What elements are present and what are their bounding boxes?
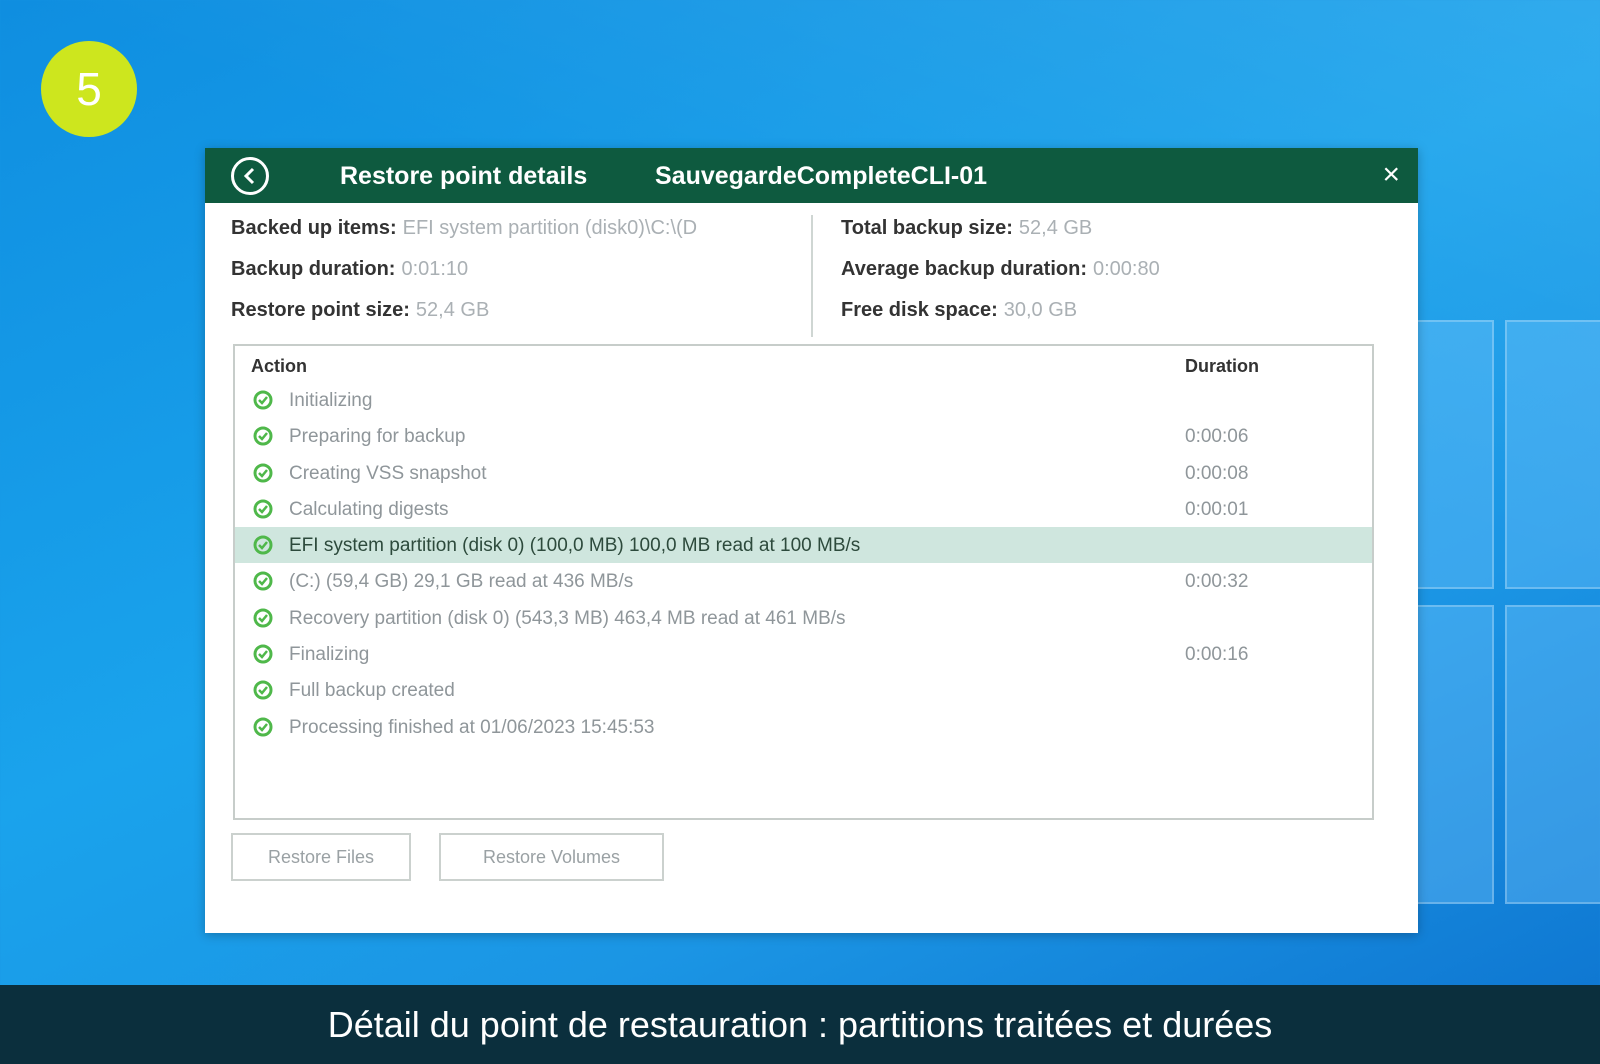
log-row-action: EFI system partition (disk 0) (100,0 MB)… <box>289 535 861 557</box>
restore-files-button[interactable]: Restore Files <box>231 833 411 881</box>
log-row-action: Recovery partition (disk 0) (543,3 MB) 4… <box>289 607 846 629</box>
log-row[interactable]: EFI system partition (disk 0) (100,0 MB)… <box>235 527 1372 564</box>
log-rows: Initializing Preparing for backup 0:00:06 C… <box>235 382 1372 745</box>
log-row-action: Finalizing <box>289 644 370 666</box>
log-row-duration: 0:00:06 <box>1185 426 1249 448</box>
log-row-action: (C:) (59,4 GB) 29,1 GB read at 436 MB/s <box>289 571 634 593</box>
log-row-action: Creating VSS snapshot <box>289 462 487 484</box>
stats-left-column: Backed up items: EFI system partition (di… <box>231 217 801 340</box>
log-row-action: Processing finished at 01/06/2023 15:45:… <box>289 716 655 738</box>
back-button[interactable] <box>231 157 269 195</box>
success-check-icon <box>253 608 273 628</box>
log-row[interactable]: Creating VSS snapshot 0:00:08 <box>235 455 1372 491</box>
stat-average-backup-duration: Average backup duration: 0:00:80 <box>841 258 1160 280</box>
stat-free-disk-space: Free disk space: 30,0 GB <box>841 299 1078 321</box>
caption-text: Détail du point de restauration : partit… <box>327 1003 1273 1045</box>
log-row[interactable]: Calculating digests 0:00:01 <box>235 491 1372 527</box>
stats-divider <box>811 215 813 337</box>
log-row-action: Calculating digests <box>289 498 449 520</box>
success-check-icon <box>253 644 273 664</box>
log-row[interactable]: Initializing <box>235 382 1372 418</box>
log-row-duration: 0:00:08 <box>1185 462 1249 484</box>
success-check-icon <box>253 680 273 700</box>
log-row[interactable]: Processing finished at 01/06/2023 15:45:… <box>235 709 1372 745</box>
action-log-table[interactable]: Action Duration Initializing Preparing fo… <box>233 344 1374 820</box>
log-row[interactable]: Preparing for backup 0:00:06 <box>235 418 1372 454</box>
stat-restore-point-size: Restore point size: 52,4 GB <box>231 299 490 321</box>
back-arrow-icon <box>243 167 255 185</box>
stat-backup-duration: Backup duration: 0:01:10 <box>231 258 469 280</box>
success-check-icon <box>253 571 273 591</box>
success-check-icon <box>253 426 273 446</box>
success-check-icon <box>253 535 273 555</box>
success-check-icon <box>253 717 273 737</box>
windows-logo-backdrop <box>1395 320 1600 904</box>
log-row-action: Initializing <box>289 390 373 411</box>
dialog-titlebar: Restore point details SauvegardeComplete… <box>205 148 1418 203</box>
close-button[interactable]: × <box>1382 158 1400 192</box>
column-header-action: Action <box>251 356 307 376</box>
job-name: SauvegardeCompleteCLI-01 <box>655 162 988 190</box>
column-header-duration: Duration <box>1185 356 1259 376</box>
stats-right-column: Total backup size: 52,4 GB Average backup… <box>841 217 1401 340</box>
log-row-duration: 0:00:01 <box>1185 498 1249 520</box>
log-row[interactable]: Finalizing 0:00:16 <box>235 636 1372 672</box>
success-check-icon <box>253 463 273 483</box>
stat-backed-up-items: Backed up items: EFI system partition (di… <box>231 217 698 239</box>
restore-volumes-button[interactable]: Restore Volumes <box>439 833 664 881</box>
log-row-duration: 0:00:16 <box>1185 644 1249 666</box>
log-row[interactable]: Full backup created <box>235 672 1372 708</box>
log-row-action: Full backup created <box>289 680 455 702</box>
step-number-badge: 5 <box>41 41 137 137</box>
log-row-action: Preparing for backup <box>289 426 466 448</box>
success-check-icon <box>253 499 273 519</box>
log-row-duration: 0:00:32 <box>1185 571 1249 593</box>
log-row[interactable]: (C:) (59,4 GB) 29,1 GB read at 436 MB/s 0… <box>235 563 1372 599</box>
caption-bar: Détail du point de restauration : partit… <box>0 985 1600 1064</box>
restore-point-details-dialog: Restore point details SauvegardeComplete… <box>205 148 1418 933</box>
log-header: Action Duration <box>235 346 1372 382</box>
restore-point-stats: Backed up items: EFI system partition (di… <box>205 203 1418 345</box>
log-row[interactable]: Recovery partition (disk 0) (543,3 MB) 4… <box>235 600 1372 636</box>
dialog-title: Restore point details <box>340 162 588 190</box>
success-check-icon <box>253 390 273 410</box>
stat-total-backup-size: Total backup size: 52,4 GB <box>841 217 1093 239</box>
